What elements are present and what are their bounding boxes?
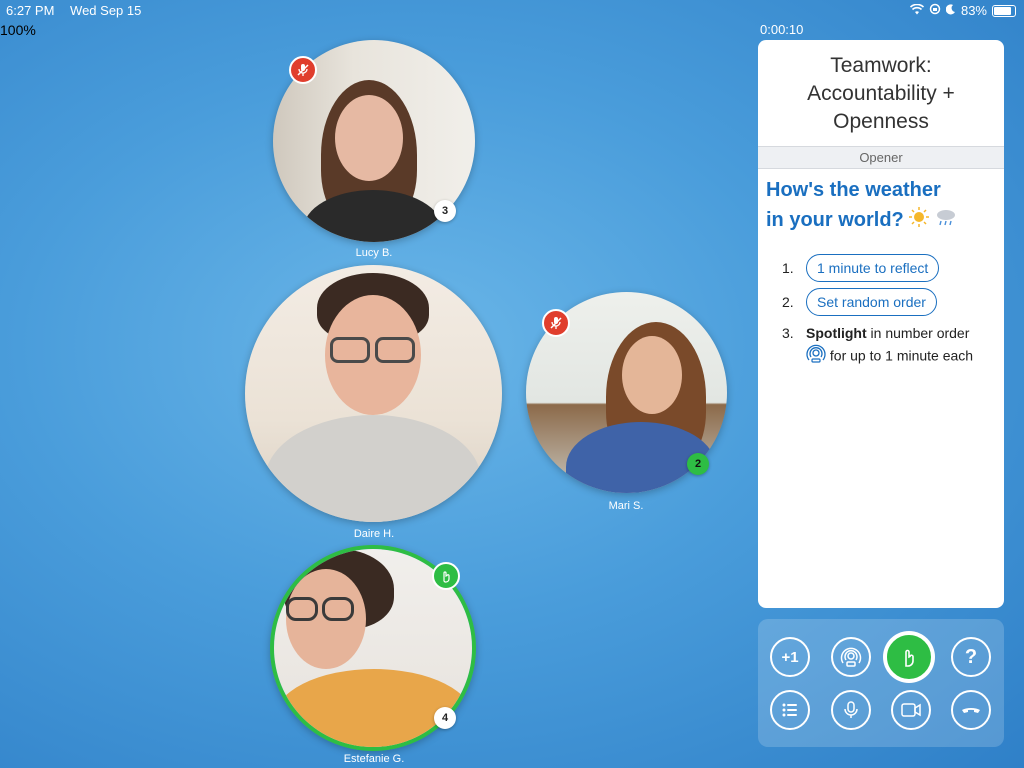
rain-cloud-icon bbox=[935, 206, 957, 236]
microphone-icon bbox=[844, 701, 858, 718]
step-number: 3. bbox=[782, 324, 794, 341]
call-controls: +1 ? bbox=[758, 619, 1004, 747]
phone-hangup-icon bbox=[962, 707, 980, 713]
spotlight-icon[interactable] bbox=[806, 344, 826, 370]
step-item: 2. Set random order bbox=[782, 287, 1004, 316]
prompt-question: How's the weather in your world? bbox=[758, 169, 1004, 236]
step-text-bold: Spotlight bbox=[806, 324, 867, 341]
hang-up-button[interactable] bbox=[951, 690, 991, 730]
panel-title: Teamwork: Accountability + Openness bbox=[758, 40, 1004, 146]
steps-list: 1. 1 minute to reflect 2. Set random ord… bbox=[782, 253, 1004, 370]
panel-title-line: Accountability + bbox=[807, 82, 955, 105]
raised-hand-icon bbox=[432, 562, 460, 590]
status-date: Wed Sep 15 bbox=[70, 3, 142, 18]
random-order-button[interactable]: Set random order bbox=[806, 287, 937, 316]
section-header: Opener bbox=[758, 146, 1004, 169]
step-text: Spotlight in number order for up to 1 mi… bbox=[806, 322, 973, 370]
microphone-button[interactable] bbox=[831, 690, 871, 730]
prompt-line: How's the weather bbox=[766, 179, 941, 201]
participant-name: Lucy B. bbox=[355, 247, 393, 259]
prompt-line: in your world? bbox=[766, 205, 996, 236]
raise-hand-button[interactable] bbox=[885, 633, 933, 681]
status-bar-right: 83% bbox=[909, 3, 1016, 18]
step-item: 3. Spotlight in number order for up to 1… bbox=[782, 322, 1004, 370]
battery-percent: 83% bbox=[960, 3, 987, 18]
muted-icon bbox=[542, 309, 570, 337]
question-mark-icon: ? bbox=[964, 645, 978, 668]
order-badge: 4 bbox=[434, 707, 456, 729]
list-icon bbox=[782, 703, 797, 717]
agenda-panel: Teamwork: Accountability + Openness Open… bbox=[758, 40, 1004, 608]
step-item: 1. 1 minute to reflect bbox=[782, 253, 1004, 282]
panel-title-line: Teamwork: bbox=[830, 54, 932, 77]
reflect-timer-button[interactable]: 1 minute to reflect bbox=[806, 253, 940, 282]
order-badge: 3 bbox=[434, 200, 456, 222]
help-button[interactable]: ? bbox=[951, 637, 991, 677]
spotlight-button[interactable] bbox=[831, 637, 871, 677]
battery-icon bbox=[992, 4, 1016, 17]
status-time: 6:27 PM bbox=[6, 3, 55, 18]
status-bar-left: 6:27 PM Wed Sep 15 bbox=[6, 3, 153, 18]
raised-hand-icon bbox=[905, 649, 914, 667]
order-badge: 2 bbox=[687, 453, 709, 475]
zoom-level: 100% bbox=[0, 22, 36, 38]
step-text-rest: in number order bbox=[866, 324, 970, 341]
step-text-line2: for up to 1 minute each bbox=[829, 347, 974, 364]
lock-rotation-icon bbox=[929, 3, 941, 18]
plus-one-label: +1 bbox=[781, 648, 799, 666]
prompt-line-text: in your world? bbox=[766, 209, 904, 231]
participant-name: Daire H. bbox=[353, 528, 395, 540]
panel-title-line: Openness bbox=[833, 110, 929, 133]
participant-video-daire[interactable] bbox=[245, 265, 502, 522]
step-number: 1. bbox=[782, 259, 794, 276]
participant-name: Estefanie G. bbox=[343, 753, 405, 765]
video-camera-icon bbox=[901, 703, 921, 717]
session-timer: 0:00:10 bbox=[760, 22, 804, 37]
camera-button[interactable] bbox=[891, 690, 931, 730]
participant-name: Mari S. bbox=[608, 500, 644, 512]
agenda-list-button[interactable] bbox=[770, 690, 810, 730]
spotlight-icon bbox=[840, 647, 862, 667]
muted-icon bbox=[289, 56, 317, 84]
moon-icon bbox=[945, 3, 956, 18]
step-number: 2. bbox=[782, 293, 794, 310]
sun-icon bbox=[909, 206, 930, 236]
wifi-icon bbox=[909, 3, 925, 18]
plus-one-button[interactable]: +1 bbox=[770, 637, 810, 677]
